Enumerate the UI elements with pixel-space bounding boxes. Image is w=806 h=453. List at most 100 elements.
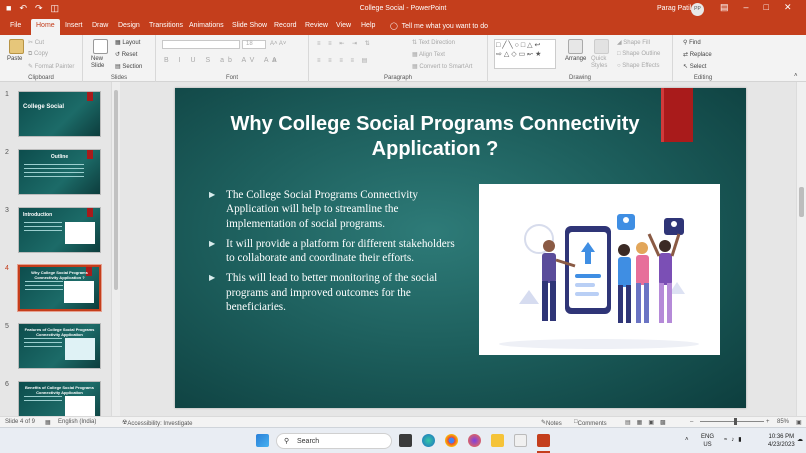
layout-button[interactable]: ▦ Layout [115, 39, 140, 46]
tell-me-search[interactable]: ◯ Tell me what you want to do [390, 22, 488, 30]
align-text-button[interactable]: ▦ Align Text [412, 51, 445, 58]
thumbnail-text-lines [24, 338, 62, 350]
arrange-icon[interactable] [568, 39, 583, 54]
slide-thumbnail[interactable]: College Social [18, 91, 101, 137]
user-name[interactable]: Parag Patil [657, 5, 691, 12]
paste-icon[interactable] [9, 39, 24, 54]
tab-home[interactable]: Home [31, 19, 60, 35]
cut-button[interactable]: ✂ Cut [28, 39, 44, 46]
slide-number: 4 [5, 265, 9, 272]
slide-canvas[interactable]: Why College Social Programs Connectivity… [175, 88, 746, 408]
convert-smartart-button[interactable]: ▦ Convert to SmartArt [412, 63, 472, 70]
tab-view[interactable]: View [336, 22, 351, 29]
slide-bullet-list[interactable]: ▶ The College Social Programs Connectivit… [209, 188, 459, 320]
font-format-buttons[interactable]: B I U S ab AV Aa [164, 57, 280, 64]
font-size-box[interactable]: 18 [242, 40, 266, 49]
comments-button[interactable]: □ Comments [574, 419, 607, 427]
bullet-arrow-icon: ▶ [209, 238, 216, 248]
tray-status-icons[interactable]: ≈♪▮ [724, 436, 746, 444]
fit-to-window-icon[interactable]: ▣ [796, 419, 802, 426]
paragraph-group: ≡ ≡ ⇤ ⇥ ⇅ ≡ ≡ ≡ ≡ ▤ ⇅ Text Direction ▦ A… [309, 35, 488, 82]
firefox-browser-icon[interactable] [468, 434, 481, 447]
tab-transitions[interactable]: Transitions [149, 22, 183, 29]
tab-draw[interactable]: Draw [92, 22, 108, 29]
slide-number: 3 [5, 207, 9, 214]
store-icon[interactable] [514, 434, 527, 447]
font-grow-icon[interactable]: A˄ A˅ [270, 41, 286, 47]
scrollbar-thumb[interactable] [114, 90, 118, 290]
chrome-browser-icon[interactable] [445, 434, 458, 447]
scrollbar-thumb[interactable] [799, 187, 804, 217]
shape-outline-button[interactable]: □ Shape Outline [617, 51, 660, 57]
shape-fill-button[interactable]: ◢ Shape Fill [617, 39, 650, 46]
quick-styles-button[interactable]: Quick Styles [591, 56, 613, 70]
paste-button[interactable]: Paste [7, 56, 22, 62]
tab-review[interactable]: Review [305, 22, 328, 29]
copy-button[interactable]: ⧉ Copy [28, 51, 48, 58]
slide-thumbnail[interactable]: Introduction [18, 207, 101, 253]
windows-start-icon[interactable] [256, 434, 269, 447]
tab-insert[interactable]: Insert [65, 22, 83, 29]
slide-scrollbar[interactable] [796, 82, 806, 416]
new-slide-icon[interactable] [93, 39, 108, 54]
file-explorer-icon[interactable] [491, 434, 504, 447]
notes-button[interactable]: ✎ Notes [541, 419, 562, 427]
shapes-gallery[interactable]: □╱╲○□△↩ ⇨△◇▭↜★ [494, 39, 556, 69]
bullet-arrow-icon: ▶ [209, 190, 216, 199]
tab-file[interactable]: File [10, 22, 21, 29]
zoom-slider-handle[interactable] [734, 418, 737, 425]
taskbar-search[interactable]: ⚲ Search [276, 433, 392, 449]
align-icons[interactable]: ≡ ≡ ≡ ≡ ▤ [317, 57, 370, 64]
collapse-ribbon-icon[interactable]: ˄ [794, 73, 798, 79]
slide-thumbnail[interactable]: Features of College Social Programs Conn… [18, 323, 101, 369]
thumbnails-scrollbar[interactable] [111, 82, 120, 416]
view-buttons[interactable]: ▤▦▣▩ [625, 419, 672, 426]
avatar[interactable]: PP [691, 3, 704, 16]
slide-thumbnail-selected[interactable]: Why College Social Programs Connectivity… [17, 264, 102, 312]
accessibility-status[interactable]: ☢ Accessibility: Investigate [122, 419, 192, 427]
tab-record[interactable]: Record [274, 22, 297, 29]
close-icon[interactable]: ✕ [784, 2, 792, 13]
powerpoint-app-icon[interactable] [537, 434, 550, 447]
zoom-slider[interactable] [700, 421, 764, 422]
spellcheck-icon[interactable]: ▦ [45, 419, 51, 426]
format-painter-button[interactable]: ✎ Format Painter [28, 63, 74, 70]
language-indicator-taskbar[interactable]: ENG US [701, 433, 714, 449]
language-indicator[interactable]: English (India) [58, 419, 96, 425]
zoom-out-icon[interactable]: – [690, 419, 693, 425]
thumbnail-image [65, 222, 95, 244]
font-color-icon[interactable]: A [272, 57, 277, 64]
font-name-box[interactable] [162, 40, 240, 49]
tab-design[interactable]: Design [118, 22, 140, 29]
edge-browser-icon[interactable] [422, 434, 435, 447]
select-button[interactable]: ↖ Select [683, 63, 706, 70]
maximize-icon[interactable]: □ [764, 2, 769, 13]
slide-thumbnail[interactable]: Outline [18, 149, 101, 195]
new-slide-button[interactable]: New Slide [91, 56, 111, 70]
zoom-level[interactable]: 85% [777, 419, 789, 425]
slide-title[interactable]: Why College Social Programs Connectivity… [215, 112, 655, 162]
slide-number: 5 [5, 323, 9, 330]
ribbon-display-icon[interactable]: ▤ [720, 2, 729, 13]
thumbnail-text-lines [24, 222, 62, 234]
shape-effects-button[interactable]: ○ Shape Effects [617, 63, 660, 69]
zoom-in-icon[interactable]: + [766, 419, 770, 425]
tray-overflow-icon[interactable]: ˄ [685, 436, 689, 444]
reset-button[interactable]: ↺ Reset [115, 51, 137, 58]
window-controls: ▤ – □ ✕ [720, 2, 792, 13]
find-button[interactable]: ⚲ Find [683, 39, 701, 46]
task-view-icon[interactable] [399, 434, 412, 447]
notification-icon[interactable]: ☁ [797, 436, 803, 444]
replace-button[interactable]: ⇄ Replace [683, 51, 712, 58]
section-button[interactable]: ▤ Section [115, 63, 142, 70]
slide-illustration[interactable] [479, 184, 720, 355]
tab-slide-show[interactable]: Slide Show [232, 22, 267, 29]
list-icons[interactable]: ≡ ≡ ⇤ ⇥ ⇅ [317, 40, 373, 47]
tab-help[interactable]: Help [361, 22, 375, 29]
quick-styles-icon[interactable] [594, 39, 609, 54]
arrange-button[interactable]: Arrange [565, 56, 586, 62]
minimize-icon[interactable]: – [744, 2, 749, 13]
text-direction-button[interactable]: ⇅ Text Direction [412, 39, 455, 46]
tab-animations[interactable]: Animations [189, 22, 224, 29]
clock[interactable]: 10:36 PM 4/23/2023 [768, 433, 795, 449]
